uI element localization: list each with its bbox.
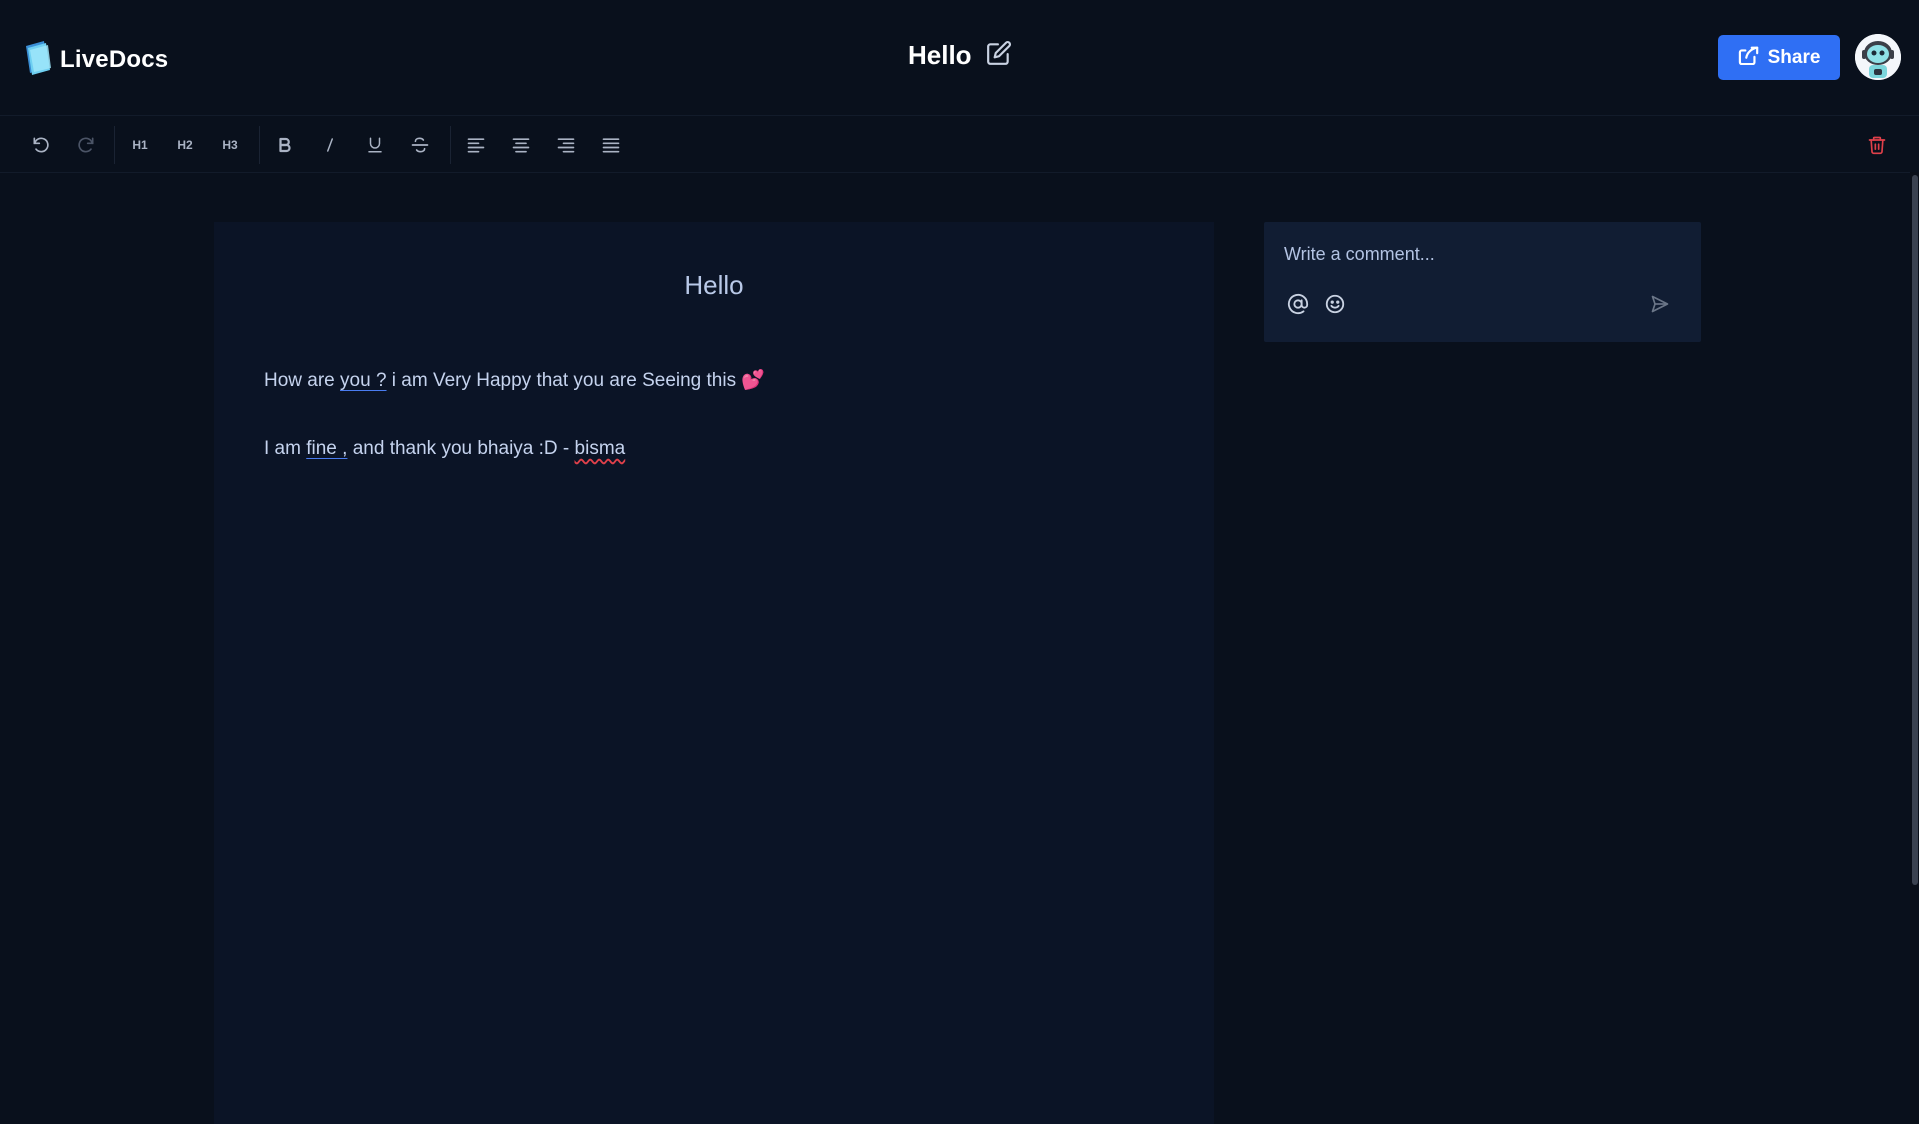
- h1-label: H1: [132, 138, 148, 152]
- heading1-button[interactable]: H1: [123, 128, 157, 162]
- trash-icon[interactable]: [1860, 128, 1894, 162]
- undo-icon[interactable]: [24, 128, 58, 162]
- emoji-icon[interactable]: [1321, 290, 1349, 318]
- toolbar-divider: [450, 126, 451, 164]
- align-right-icon[interactable]: [549, 128, 583, 162]
- document-title[interactable]: Hello: [908, 40, 972, 71]
- para2-text-start: I am: [264, 438, 307, 459]
- paragraph-1[interactable]: How are you ? i am Very Happy that you a…: [264, 368, 765, 392]
- redo-icon[interactable]: [69, 128, 103, 162]
- h2-label: H2: [177, 138, 193, 152]
- document-editor[interactable]: Hello How are you ? i am Very Happy that…: [214, 222, 1214, 1124]
- hearts-emoji: 💕: [741, 370, 766, 391]
- document-title-area: Hello: [908, 40, 1012, 71]
- toolbar-divider: [259, 126, 260, 164]
- para2-underlined-text: fine ,: [306, 438, 348, 459]
- comment-composer: [1264, 222, 1701, 342]
- bold-icon[interactable]: [268, 128, 302, 162]
- editor-toolbar: H1 H2 H3: [0, 116, 1919, 173]
- align-center-icon[interactable]: [504, 128, 538, 162]
- strikethrough-icon[interactable]: [403, 128, 437, 162]
- editor-heading[interactable]: Hello: [214, 270, 1214, 301]
- user-avatar[interactable]: [1855, 34, 1901, 80]
- para1-underlined-text: you ?: [340, 370, 387, 391]
- heading3-button[interactable]: H3: [213, 128, 247, 162]
- align-justify-icon[interactable]: [594, 128, 628, 162]
- toolbar-divider: [114, 126, 115, 164]
- share-button[interactable]: Share: [1718, 35, 1840, 80]
- underline-icon[interactable]: [358, 128, 392, 162]
- para2-text-middle: and thank you bhaiya :D -: [347, 438, 575, 459]
- comment-input[interactable]: [1284, 244, 1664, 265]
- scrollbar-thumb[interactable]: [1912, 175, 1918, 885]
- misspelled-word[interactable]: bisma: [575, 438, 626, 459]
- logo-icon: [22, 38, 54, 81]
- para1-text-start: How are: [264, 370, 341, 391]
- h3-label: H3: [222, 138, 238, 152]
- app-header: LiveDocs Hello Share: [0, 0, 1919, 116]
- edit-title-icon[interactable]: [986, 40, 1012, 71]
- app-name: LiveDocs: [60, 45, 169, 73]
- app-logo[interactable]: LiveDocs: [22, 38, 168, 81]
- heading2-button[interactable]: H2: [168, 128, 202, 162]
- paragraph-2[interactable]: I am fine , and thank you bhaiya :D - bi…: [264, 438, 625, 460]
- align-left-icon[interactable]: [459, 128, 493, 162]
- share-icon: [1738, 45, 1760, 71]
- send-icon[interactable]: [1646, 290, 1674, 318]
- at-mention-icon[interactable]: [1284, 290, 1312, 318]
- para1-text-end: i am Very Happy that you are Seeing this: [386, 370, 742, 391]
- italic-icon[interactable]: [313, 128, 347, 162]
- share-label: Share: [1767, 46, 1821, 68]
